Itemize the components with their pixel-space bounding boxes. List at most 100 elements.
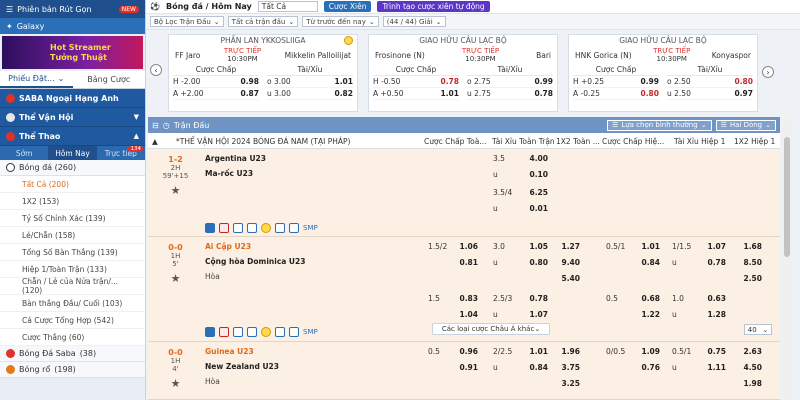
- odd-value[interactable]: 0.80: [526, 255, 548, 270]
- sport-saba-soccer[interactable]: Bóng Đá Saba (38): [0, 346, 145, 362]
- away-team[interactable]: Cộng hòa Dominica U23: [205, 254, 420, 269]
- odd-value[interactable]: 4.50: [740, 360, 762, 375]
- odd-value[interactable]: 0.01: [526, 201, 548, 216]
- odd-value[interactable]: 1.01: [526, 344, 548, 359]
- star-icon[interactable]: [205, 327, 215, 337]
- smp-link[interactable]: SMP: [303, 224, 318, 232]
- odd-value[interactable]: 0.75: [704, 344, 726, 359]
- card-odd-cell[interactable]: A +0.50 1.01: [373, 88, 459, 100]
- market-item[interactable]: Hiệp 1/Toàn Trận (133): [0, 261, 145, 278]
- scrollbar[interactable]: [782, 117, 792, 400]
- star-icon[interactable]: [205, 223, 215, 233]
- odd-value[interactable]: 1.06: [456, 239, 478, 254]
- tab-today[interactable]: Hôm Nay: [48, 146, 97, 160]
- more-asian-markets-button[interactable]: Các loại cược Châu Á khác ⌄: [432, 323, 550, 335]
- odd-value[interactable]: 1.04: [456, 307, 478, 322]
- card-odd-cell[interactable]: H +0.25 0.99: [573, 76, 659, 88]
- odd-value[interactable]: 0.81: [456, 255, 478, 270]
- odd-value[interactable]: 0.91: [456, 360, 478, 375]
- favorite-star-icon[interactable]: ★: [148, 377, 203, 390]
- favorite-star-icon[interactable]: ★: [148, 272, 203, 285]
- tab-bet-slip[interactable]: Phiếu Đặt... ⌄: [0, 71, 73, 88]
- compact-version-link[interactable]: ☰ Phiên bản Rút Gọn NEW: [0, 0, 145, 18]
- league-filter-select[interactable]: Bộ Lọc Trận Đấu ⌄: [150, 16, 224, 27]
- odd-value[interactable]: 6.25: [526, 185, 548, 200]
- odd-value[interactable]: 1.27: [558, 239, 580, 254]
- auto-parlay-button[interactable]: Trình tạo cược xiên tự động: [377, 1, 490, 12]
- odd-value[interactable]: 9.40: [558, 255, 580, 270]
- odd-value[interactable]: 4.00: [526, 151, 548, 166]
- tab-bet-list[interactable]: Bảng Cược: [73, 71, 146, 88]
- odd-value[interactable]: 0.83: [456, 291, 478, 306]
- odd-value[interactable]: 1.05: [526, 239, 548, 254]
- list-icon[interactable]: [289, 327, 299, 337]
- away-team[interactable]: New Zealand U23: [205, 359, 420, 374]
- featured-card[interactable]: GIAO HỮU CÂU LẠC BỘ HNK Gorica (N) TRỰC …: [568, 34, 758, 112]
- match-filter-select[interactable]: Tất cả trận đấu ⌄: [227, 16, 299, 27]
- market-item[interactable]: 1X2 (153): [0, 193, 145, 210]
- card-odd-cell[interactable]: o 2.50 0.80: [667, 76, 753, 88]
- market-select[interactable]: Tất Cả: [257, 1, 318, 12]
- sport-basketball[interactable]: Bóng rổ (198): [0, 362, 145, 378]
- odd-value[interactable]: 1.07: [526, 307, 548, 322]
- card-odd-cell[interactable]: o 2.75 0.99: [467, 76, 553, 88]
- home-team[interactable]: Argentina U23: [205, 151, 420, 166]
- smp-link[interactable]: SMP: [303, 328, 318, 336]
- galaxy-link[interactable]: ✦ Galaxy: [0, 18, 145, 34]
- featured-card[interactable]: PHẦN LAN YKKOSLIIGA FF Jaro TRỰC TIẾP 10:…: [168, 34, 358, 112]
- card-odd-cell[interactable]: H -0.50 0.78: [373, 76, 459, 88]
- card-odd-cell[interactable]: o 3.00 1.01: [267, 76, 353, 88]
- market-item[interactable]: Chẵn / Lẻ của Nửa trận/... (120): [0, 277, 145, 295]
- odds-type-select[interactable]: ☰ Lựa chọn bình thường ⌄: [607, 119, 712, 131]
- odd-value[interactable]: 0.78: [526, 291, 548, 306]
- tab-live[interactable]: Trực tiếp 134: [97, 146, 145, 160]
- hot-streamer-banner[interactable]: Hot Streamer Tưởng Thuật: [2, 36, 143, 69]
- card-odd-cell[interactable]: u 2.50 0.97: [667, 88, 753, 100]
- odd-value[interactable]: 0.68: [638, 291, 660, 306]
- market-item[interactable]: Tất Cả (200): [0, 176, 145, 193]
- market-item[interactable]: Cược Thắng (60): [0, 329, 145, 346]
- odd-value[interactable]: 3.75: [558, 360, 580, 375]
- odd-value[interactable]: 0.84: [638, 255, 660, 270]
- collapse-icon[interactable]: ▲: [152, 137, 158, 146]
- card-odd-cell[interactable]: A -0.25 0.80: [573, 88, 659, 100]
- odd-value[interactable]: 1.96: [558, 344, 580, 359]
- tv-icon[interactable]: [247, 327, 257, 337]
- sort-select[interactable]: Từ trước đến nay ⌄: [302, 16, 379, 27]
- sidebar-group-sports[interactable]: Thể Thao ▲: [0, 127, 145, 146]
- odd-value[interactable]: 0.84: [526, 360, 548, 375]
- favorite-star-icon[interactable]: ★: [148, 184, 203, 197]
- page-select[interactable]: 40 ⌄: [744, 324, 772, 335]
- live-stream-icon[interactable]: [219, 327, 229, 337]
- odd-value[interactable]: 1.68: [740, 239, 762, 254]
- odd-value[interactable]: 1.11: [704, 360, 726, 375]
- tv-icon[interactable]: [247, 223, 257, 233]
- league-count-select[interactable]: (44 / 44) Giải ⌄: [382, 16, 446, 27]
- market-item[interactable]: Bàn thắng Đầu/ Cuối (103): [0, 295, 145, 312]
- sport-soccer[interactable]: Bóng đá (260): [0, 160, 145, 176]
- rows-select[interactable]: ☰ Hai Dòng ⌄: [715, 119, 776, 131]
- odd-value[interactable]: 1.07: [704, 239, 726, 254]
- card-odd-cell[interactable]: A +2.00 0.87: [173, 88, 259, 100]
- card-odd-cell[interactable]: u 3.00 0.82: [267, 88, 353, 100]
- odd-value[interactable]: 1.22: [638, 307, 660, 322]
- coin-icon[interactable]: [261, 223, 271, 233]
- prev-card-button[interactable]: ‹: [150, 64, 162, 76]
- odd-value[interactable]: 1.98: [740, 376, 762, 391]
- minus-icon[interactable]: ⊟: [152, 121, 159, 130]
- next-card-button[interactable]: ›: [762, 66, 774, 78]
- card-odd-cell[interactable]: u 2.75 0.78: [467, 88, 553, 100]
- coin-icon[interactable]: [261, 327, 271, 337]
- odd-value[interactable]: 3.25: [558, 376, 580, 391]
- market-item[interactable]: Tổng Số Bàn Thắng (139): [0, 244, 145, 261]
- odd-value[interactable]: 0.76: [638, 360, 660, 375]
- odd-value[interactable]: 1.09: [638, 344, 660, 359]
- home-team[interactable]: Ai Cập U23: [205, 239, 420, 254]
- stats-icon[interactable]: [233, 327, 243, 337]
- market-item[interactable]: Lẻ/Chẵn (158): [0, 227, 145, 244]
- sidebar-group-saba-epl[interactable]: SABA Ngoại Hạng Anh: [0, 89, 145, 108]
- home-team[interactable]: Guinea U23: [205, 344, 420, 359]
- list-icon[interactable]: [289, 223, 299, 233]
- market-item[interactable]: Cá Cược Tổng Hợp (542): [0, 312, 145, 329]
- odd-value[interactable]: 0.63: [704, 291, 726, 306]
